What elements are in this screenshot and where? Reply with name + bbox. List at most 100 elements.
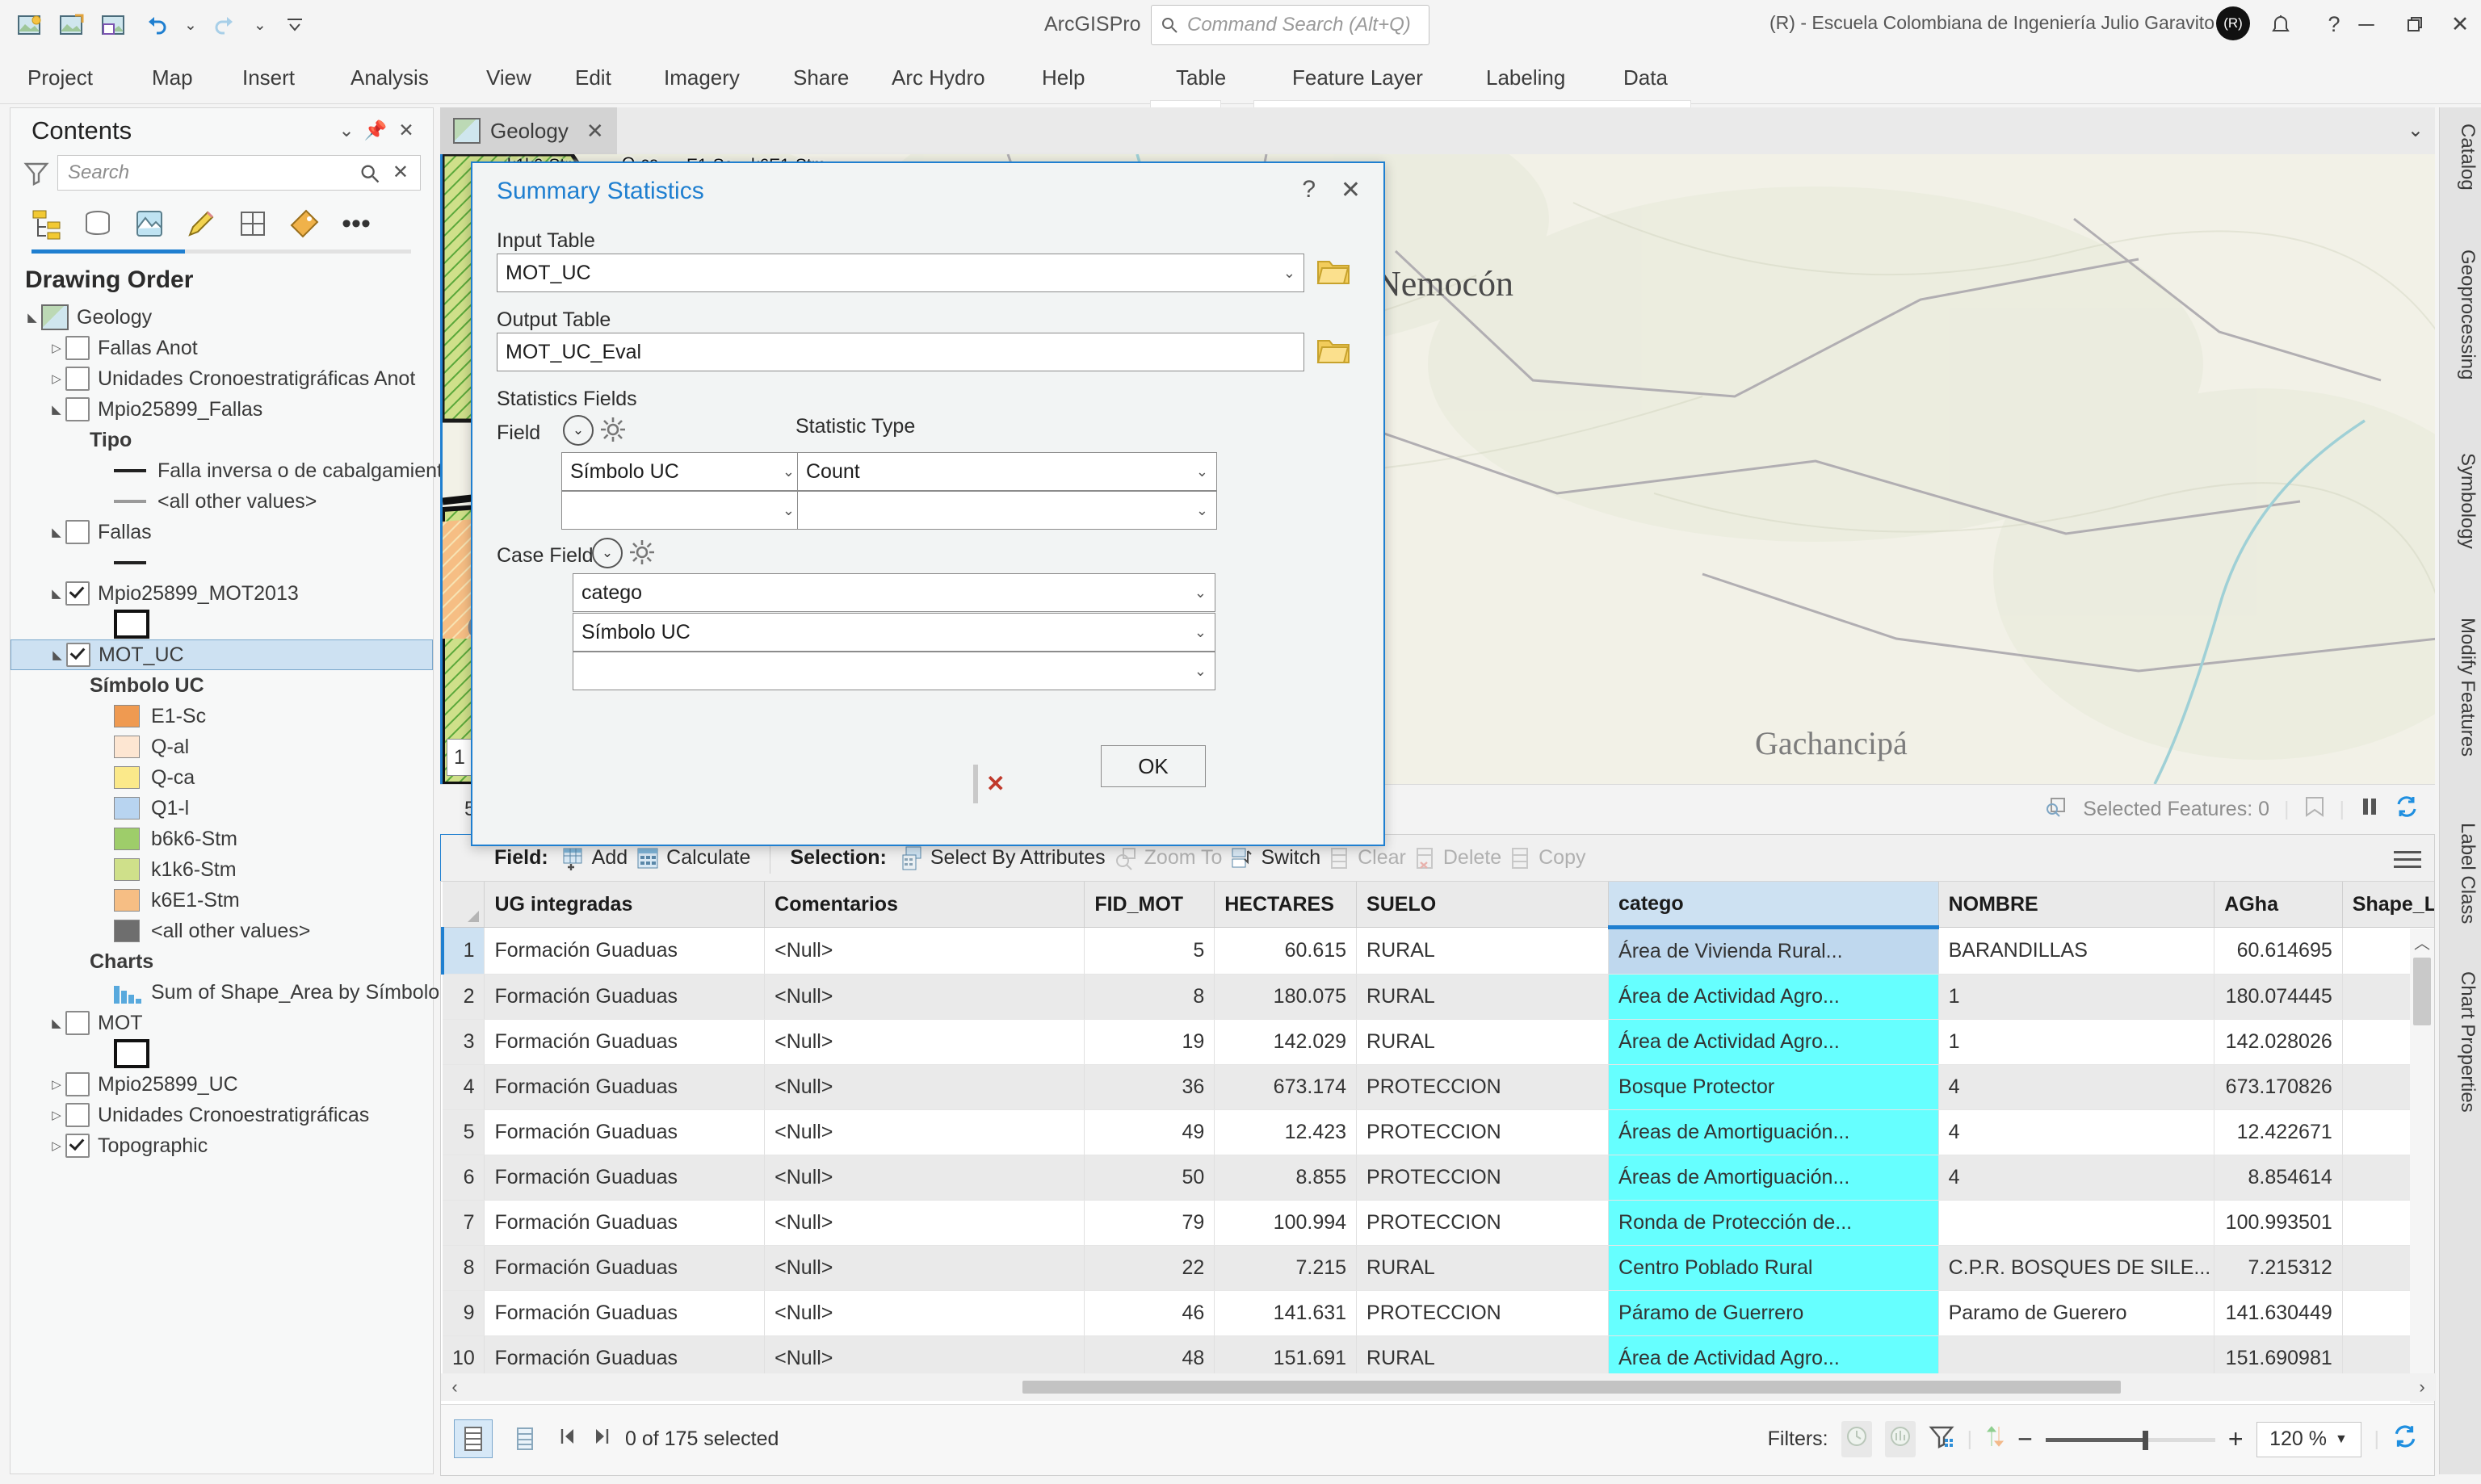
tab-labeling[interactable]: Labeling bbox=[1468, 52, 1583, 103]
tab-imagery[interactable]: Imagery bbox=[646, 52, 758, 103]
scroll-up-icon[interactable]: ︿ bbox=[2410, 930, 2434, 954]
close-icon[interactable]: ✕ bbox=[586, 119, 604, 144]
output-table-browse-icon[interactable] bbox=[1316, 334, 1351, 367]
layer-visibility-checkbox[interactable] bbox=[65, 367, 90, 391]
layer-visibility-checkbox[interactable] bbox=[65, 1011, 90, 1035]
col-suelo[interactable]: SUELO bbox=[1356, 882, 1610, 928]
row-number[interactable]: 9 bbox=[443, 1290, 485, 1336]
refresh-icon[interactable] bbox=[2395, 794, 2419, 824]
hollow-symbol[interactable] bbox=[114, 610, 149, 639]
chevron-down-icon[interactable]: ⌄ bbox=[1283, 265, 1295, 282]
contents-tree-item[interactable]: ◢ Mpio25899_MOT2013 bbox=[10, 578, 433, 609]
related-data-view-button[interactable] bbox=[506, 1419, 544, 1458]
chevron-down-icon[interactable]: ⌄ bbox=[1196, 502, 1208, 519]
col-agha[interactable]: AGha bbox=[2214, 882, 2343, 928]
contents-tree-item[interactable]: <all other values> bbox=[10, 916, 433, 946]
zoom-in-button[interactable]: + bbox=[2228, 1424, 2244, 1454]
case-field-options-gear-icon[interactable] bbox=[628, 538, 657, 567]
contents-tree-item[interactable]: b6k6-Stm bbox=[10, 824, 433, 854]
tab-analysis[interactable]: Analysis bbox=[333, 52, 447, 103]
contents-tree-item[interactable]: Q-ca bbox=[10, 762, 433, 793]
contents-tree-item[interactable]: ▷ Unidades Cronoestratigráficas bbox=[10, 1100, 433, 1130]
close-icon[interactable]: ✕ bbox=[394, 119, 418, 144]
contents-tree-item[interactable]: ▷ Topographic bbox=[10, 1130, 433, 1161]
new-project-icon[interactable] bbox=[11, 5, 48, 45]
table-row[interactable]: 9 Formación Guaduas <Null> 46 141.631 PROTECC… bbox=[443, 1290, 2434, 1336]
expand-arrow-right-icon[interactable]: ▷ bbox=[48, 371, 65, 386]
switch-selection-button[interactable]: Switch bbox=[1230, 846, 1320, 870]
pause-drawing-icon[interactable] bbox=[2359, 795, 2380, 824]
col-hectares[interactable]: HECTARES bbox=[1214, 882, 1358, 928]
case-field-row-1-select[interactable]: catego ⌄ bbox=[573, 573, 1215, 612]
expand-arrow-right-icon[interactable]: ▷ bbox=[48, 341, 65, 355]
dialog-help-icon[interactable]: ? bbox=[1302, 176, 1316, 203]
customize-qat-icon[interactable] bbox=[276, 5, 313, 45]
table-horizontal-scrollbar[interactable]: ‹ › bbox=[441, 1373, 2436, 1401]
field-options-gear-icon[interactable] bbox=[598, 415, 628, 444]
contents-tree-item[interactable]: ◢ MOT_UC bbox=[10, 639, 433, 670]
tab-insert[interactable]: Insert bbox=[225, 52, 313, 103]
case-field-row-3-select[interactable]: ⌄ bbox=[573, 652, 1215, 690]
contents-scroll-indicator[interactable] bbox=[31, 249, 411, 254]
table-view-button[interactable] bbox=[454, 1419, 493, 1458]
layer-visibility-checkbox[interactable] bbox=[65, 1134, 90, 1158]
layer-visibility-checkbox[interactable] bbox=[65, 581, 90, 606]
expand-arrow-down-icon[interactable]: ◢ bbox=[48, 525, 65, 539]
hollow-symbol[interactable] bbox=[114, 1039, 149, 1068]
case-field-row-handle[interactable] bbox=[973, 765, 978, 803]
table-vertical-scrollbar[interactable]: ︿ ﹀ bbox=[2410, 929, 2434, 1403]
list-by-selection-icon[interactable] bbox=[130, 204, 169, 243]
input-table-browse-icon[interactable] bbox=[1316, 255, 1351, 287]
list-by-labeling-icon[interactable] bbox=[285, 204, 324, 243]
symbol-swatch[interactable] bbox=[114, 766, 140, 789]
dock-tab-modify-features[interactable]: Modify Features bbox=[2443, 608, 2479, 766]
layer-visibility-checkbox[interactable] bbox=[66, 643, 90, 667]
expand-arrow-down-icon[interactable]: ◢ bbox=[48, 402, 65, 417]
row-number[interactable]: 1 bbox=[441, 927, 485, 975]
row-number[interactable]: 2 bbox=[443, 974, 485, 1020]
remove-case-field-icon[interactable]: ✕ bbox=[986, 770, 1005, 797]
contents-tree-item[interactable]: k1k6-Stm bbox=[10, 854, 433, 885]
expand-arrow-down-icon[interactable]: ◢ bbox=[48, 648, 66, 662]
filter-range-icon[interactable] bbox=[1884, 1421, 1916, 1457]
zoom-out-button[interactable]: − bbox=[2017, 1424, 2033, 1454]
chevron-down-icon[interactable]: ⌄ bbox=[783, 502, 795, 519]
select-by-attributes-button[interactable]: Select By Attributes bbox=[900, 845, 1106, 871]
expand-arrow-right-icon[interactable]: ▷ bbox=[48, 1108, 65, 1122]
col-shape-length[interactable]: Shape_Length bbox=[2342, 882, 2434, 928]
line-symbol[interactable] bbox=[114, 500, 146, 503]
attribute-grid[interactable]: UG integradas Comentarios FID_MOT HECTAR… bbox=[441, 882, 2434, 1403]
zoom-slider[interactable] bbox=[2045, 1428, 2215, 1451]
contents-tree-item[interactable]: Falla inversa o de cabalgamiento bbox=[10, 455, 454, 486]
chevron-down-icon[interactable]: ⌄ bbox=[1194, 663, 1207, 680]
contents-tree-item[interactable] bbox=[10, 1038, 433, 1069]
scroll-right-icon[interactable]: › bbox=[2408, 1377, 2436, 1398]
table-row[interactable]: 8 Formación Guaduas <Null> 22 7.215 RURAL Cent… bbox=[443, 1245, 2434, 1291]
expand-arrow-down-icon[interactable]: ◢ bbox=[48, 1016, 65, 1030]
symbol-swatch[interactable] bbox=[114, 705, 140, 727]
chevron-down-icon[interactable]: ⌄ bbox=[783, 463, 795, 480]
dock-tab-label-class[interactable]: Label Class bbox=[2443, 813, 2479, 933]
redo-icon[interactable] bbox=[207, 5, 244, 45]
draw-status-icon[interactable] bbox=[2304, 795, 2325, 824]
list-by-drawing-order-icon[interactable] bbox=[27, 204, 65, 243]
contents-tree-item[interactable] bbox=[10, 609, 433, 639]
list-by-snapping-icon[interactable] bbox=[233, 204, 272, 243]
contents-tree-item[interactable]: ▷ Unidades Cronoestratigráficas Anot bbox=[10, 363, 433, 394]
first-record-button[interactable] bbox=[557, 1426, 578, 1453]
field-dropdown-icon[interactable]: ⌄ bbox=[563, 415, 594, 446]
table-options-menu-icon[interactable] bbox=[2394, 846, 2421, 873]
avatar[interactable]: (R) bbox=[2216, 6, 2250, 40]
layer-visibility-checkbox[interactable] bbox=[65, 1072, 90, 1096]
clear-search-icon[interactable]: ✕ bbox=[393, 161, 409, 184]
map-view-tab[interactable]: Geology ✕ bbox=[440, 107, 617, 154]
dock-tab-catalog[interactable]: Catalog bbox=[2443, 114, 2479, 200]
save-project-icon[interactable] bbox=[95, 5, 132, 45]
row-number[interactable]: 6 bbox=[443, 1155, 485, 1201]
symbol-swatch[interactable] bbox=[114, 858, 140, 881]
zoom-level-select[interactable]: 120 % ▼ bbox=[2256, 1421, 2361, 1457]
expand-arrow-down-icon[interactable]: ◢ bbox=[48, 586, 65, 601]
chevron-down-icon[interactable]: ⌄ bbox=[334, 119, 359, 144]
layer-visibility-checkbox[interactable] bbox=[65, 520, 90, 544]
col-nombre[interactable]: NOMBRE bbox=[1938, 882, 2215, 928]
